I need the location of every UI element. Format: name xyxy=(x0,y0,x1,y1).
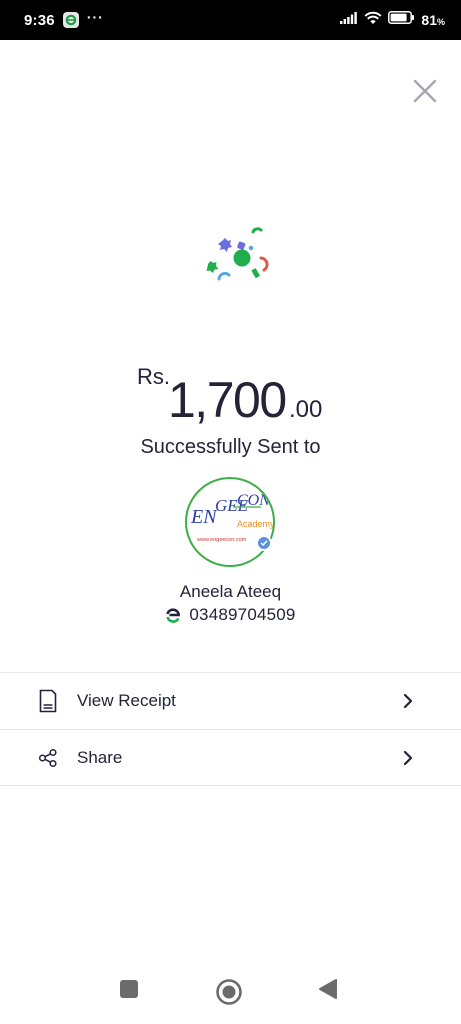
signal-icon xyxy=(340,11,358,29)
divider xyxy=(0,785,461,786)
close-icon xyxy=(413,79,437,103)
logo-url: www.engeecon.com xyxy=(196,537,247,543)
easypaisa-app-icon xyxy=(62,12,79,28)
receipt-icon xyxy=(38,689,58,713)
easypaisa-icon xyxy=(166,608,181,623)
amount-whole: 1,700 xyxy=(168,372,287,428)
wifi-icon xyxy=(364,11,382,30)
back-triangle-icon xyxy=(319,979,337,999)
status-bar: 9:36 ··· 81% xyxy=(0,0,461,40)
recent-apps-button[interactable] xyxy=(118,978,140,1005)
engeecon-logo: EN GEE CON Academy www.engeecon.com xyxy=(190,492,273,543)
battery-percent: 81% xyxy=(421,12,445,28)
battery-percent-unit: % xyxy=(436,17,445,27)
view-receipt-button[interactable]: View Receipt xyxy=(0,673,461,729)
notification-overflow: ··· xyxy=(86,9,104,25)
view-receipt-label: View Receipt xyxy=(77,691,176,710)
amount-decimal: .00 xyxy=(289,396,323,423)
payment-success-screen: 9:36 ··· 81% Rs. 1,700 .00 Successfully … xyxy=(0,0,461,1024)
back-button[interactable] xyxy=(318,978,338,1005)
chevron-right-icon xyxy=(401,750,415,766)
close-button[interactable] xyxy=(411,77,439,105)
share-button[interactable]: Share xyxy=(0,730,461,786)
chevron-right-icon xyxy=(401,693,415,709)
verified-badge-icon xyxy=(256,535,272,551)
status-bar-right: 81% xyxy=(340,11,445,30)
recipient-avatar: EN GEE CON Academy www.engeecon.com xyxy=(185,477,275,567)
status-time: 9:36 xyxy=(24,11,55,29)
home-button[interactable] xyxy=(215,978,243,1011)
success-confetti-icon xyxy=(206,227,269,281)
recipient-phone: 03489704509 xyxy=(189,605,296,624)
logo-subtitle: Academy xyxy=(237,519,273,529)
share-label: Share xyxy=(77,748,123,767)
home-circle-icon xyxy=(216,979,242,1005)
logo-text-left: EN xyxy=(190,506,218,528)
battery-percent-value: 81 xyxy=(421,12,437,28)
recipient-name: Aneela Ateeq xyxy=(179,582,282,601)
amount-currency: Rs. xyxy=(137,364,170,389)
status-bar-left: 9:36 ··· xyxy=(24,9,104,29)
success-message: Successfully Sent to xyxy=(140,436,321,458)
recipient-phone-row: 03489704509 xyxy=(0,605,461,625)
system-nav-bar xyxy=(0,960,461,1020)
battery-icon xyxy=(388,11,415,29)
amount-display: Rs. 1,700 .00 xyxy=(0,356,461,428)
share-icon xyxy=(38,746,58,770)
square-icon xyxy=(120,980,138,998)
